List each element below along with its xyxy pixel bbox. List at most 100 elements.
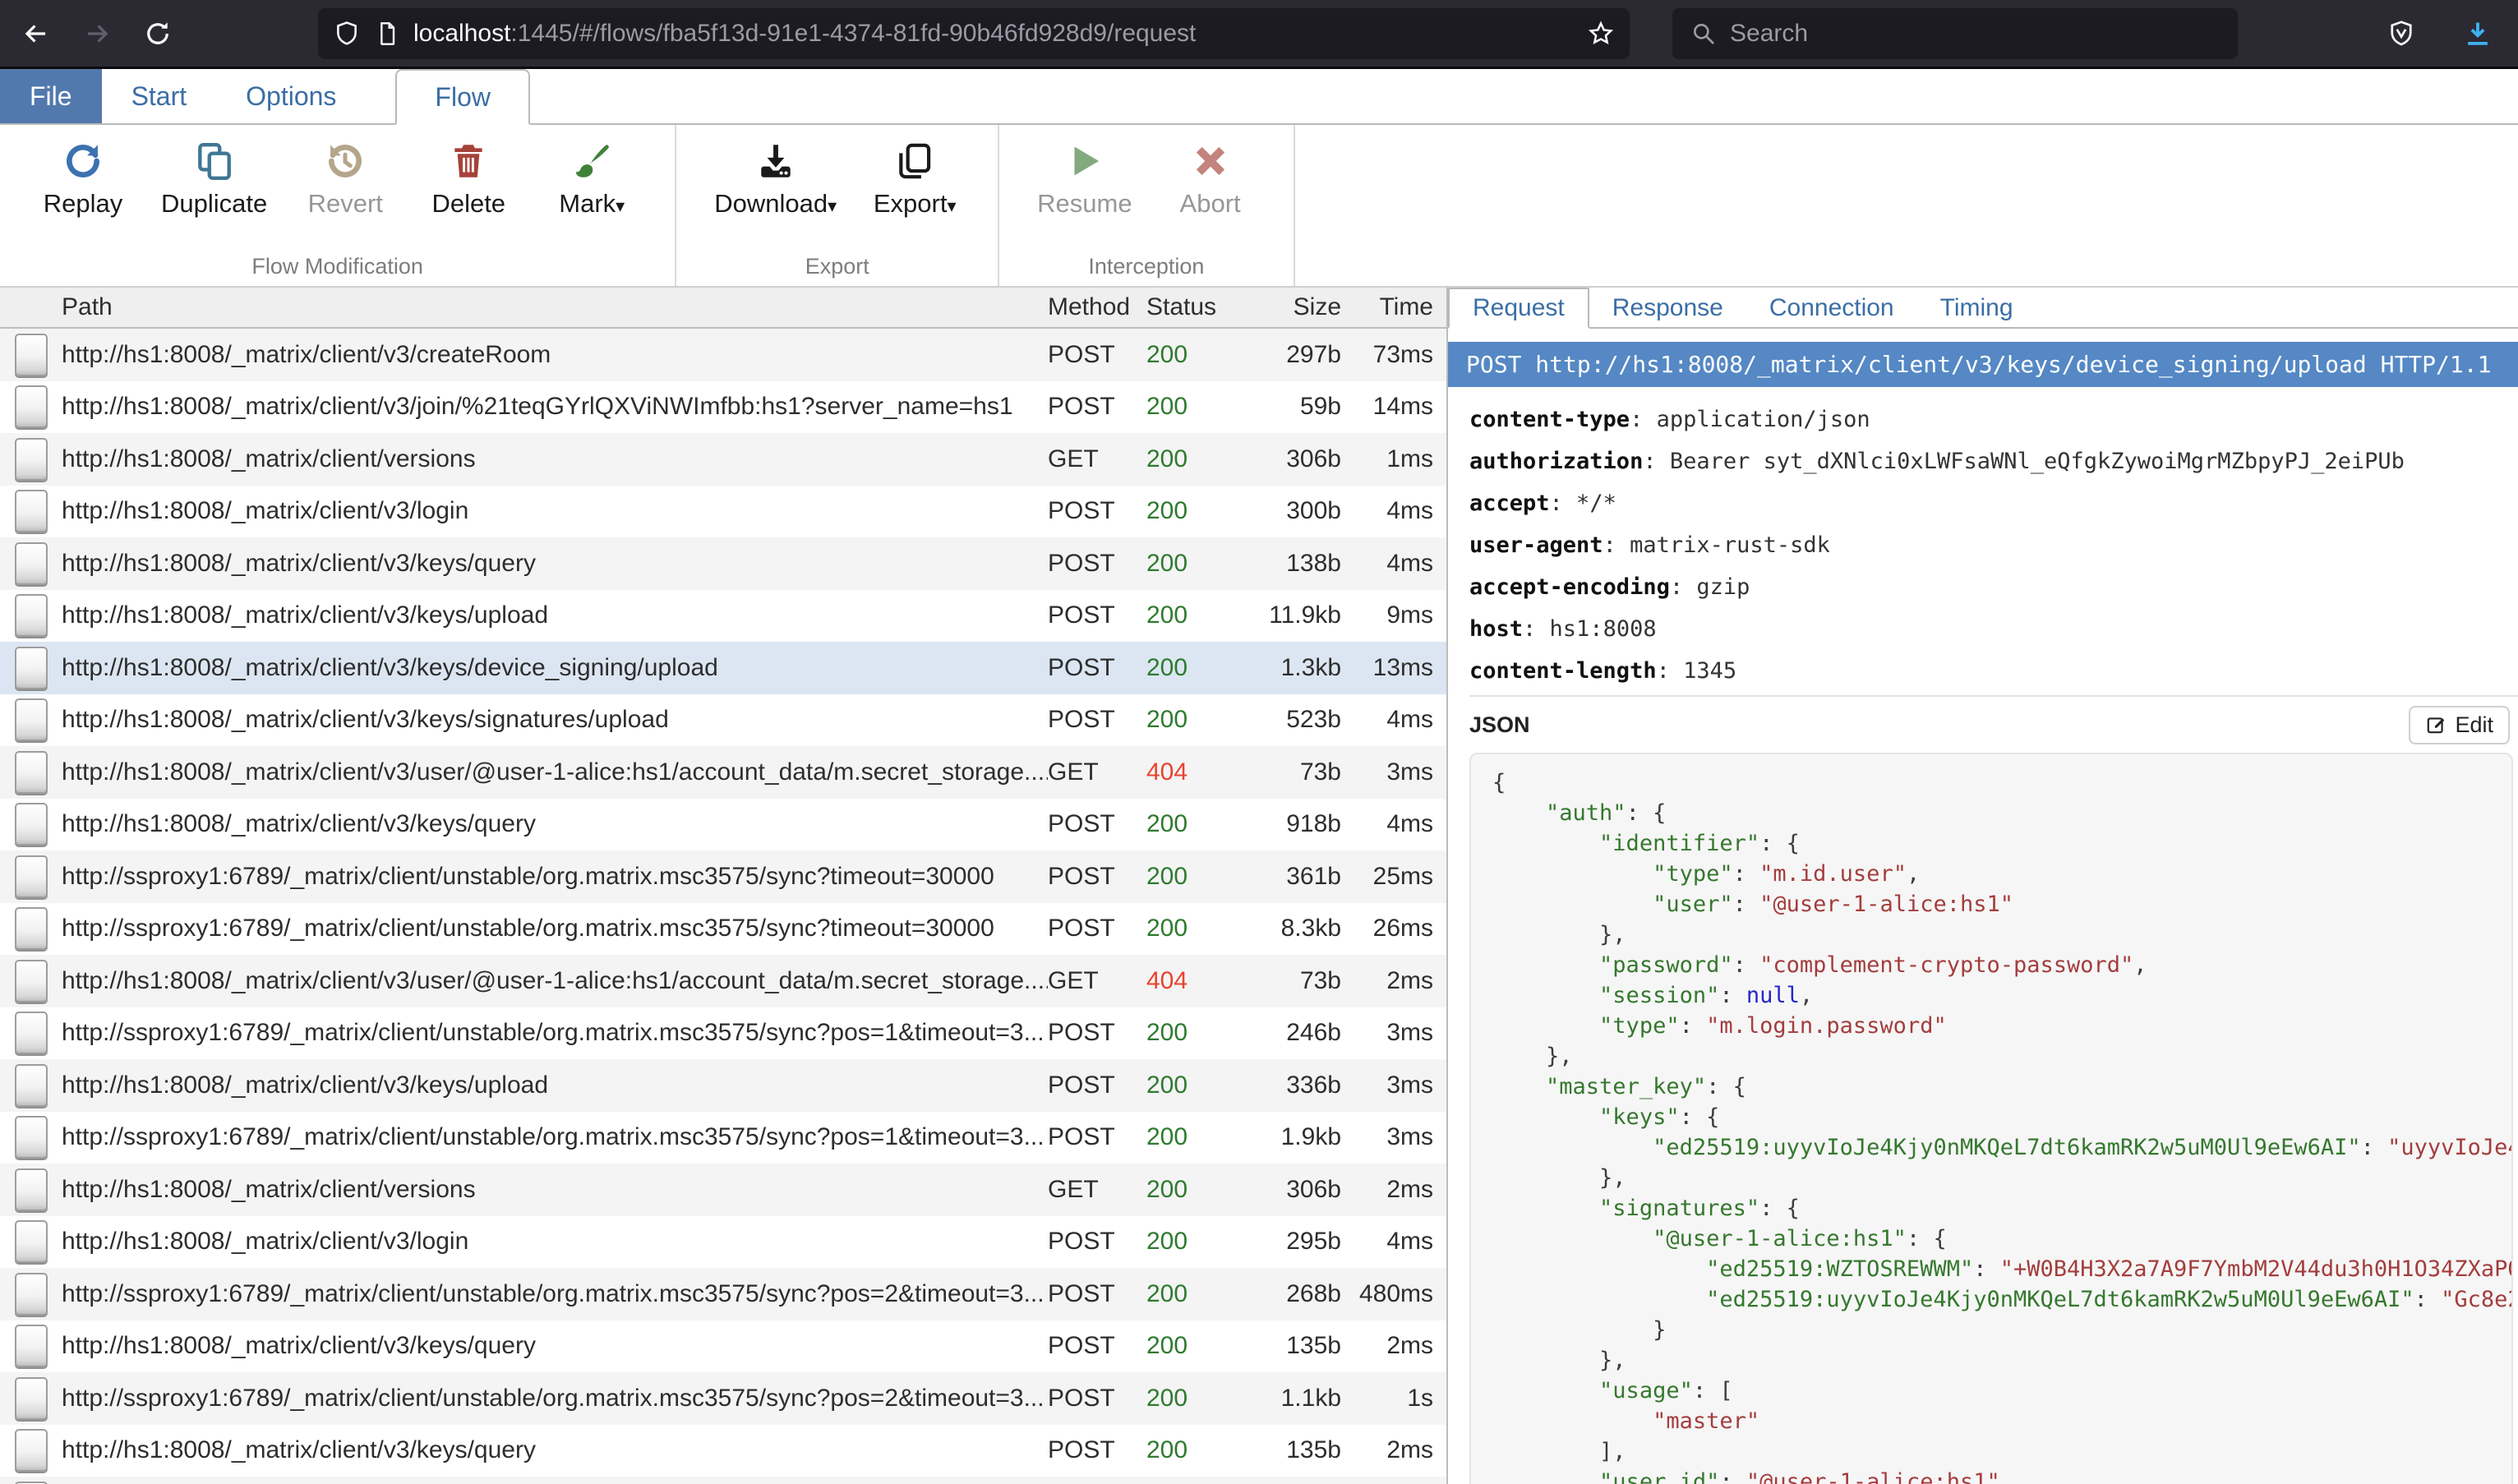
download-button[interactable]: Download▾	[714, 138, 837, 219]
flow-size: 300b	[1233, 497, 1348, 525]
resource-doc-icon	[15, 803, 48, 846]
column-header-time[interactable]: Time	[1348, 293, 1446, 321]
table-row[interactable]	[0, 1477, 1446, 1484]
table-row[interactable]: http://hs1:8008/_matrix/client/v3/keys/u…	[0, 590, 1446, 643]
flow-status: 200	[1146, 1019, 1233, 1047]
table-row[interactable]: http://hs1:8008/_matrix/client/v3/loginP…	[0, 486, 1446, 538]
table-row[interactable]: http://hs1:8008/_matrix/client/v3/keys/q…	[0, 537, 1446, 590]
json-line: "usage": [	[1492, 1376, 2511, 1406]
table-row[interactable]: http://hs1:8008/_matrix/client/v3/loginP…	[0, 1216, 1446, 1269]
table-row[interactable]: http://ssproxy1:6789/_matrix/client/unst…	[0, 1112, 1446, 1164]
back-icon[interactable]	[12, 9, 61, 58]
flow-status: 404	[1146, 758, 1233, 786]
mark-button[interactable]: Mark▾	[546, 138, 637, 219]
flow-time: 25ms	[1348, 863, 1446, 891]
flow-size: 523b	[1233, 706, 1348, 734]
browser-search-input[interactable]: Search	[1672, 8, 2238, 59]
column-header-path[interactable]: Path	[62, 293, 1048, 321]
flow-size: 73b	[1233, 758, 1348, 786]
flow-size: 246b	[1233, 1019, 1348, 1047]
flow-path: http://hs1:8008/_matrix/client/versions	[62, 445, 1048, 473]
table-row[interactable]: http://ssproxy1:6789/_matrix/client/unst…	[0, 903, 1446, 956]
flow-time: 4ms	[1348, 1228, 1446, 1256]
flow-status: 200	[1146, 1123, 1233, 1151]
duplicate-button[interactable]: Duplicate	[161, 138, 267, 219]
toolbar-group-caption: Interception	[999, 254, 1293, 279]
header-name: accept-encoding	[1469, 574, 1670, 600]
table-row[interactable]: http://hs1:8008/_matrix/client/v3/user/@…	[0, 955, 1446, 1007]
table-row[interactable]: http://hs1:8008/_matrix/client/v3/keys/q…	[0, 1425, 1446, 1477]
table-row[interactable]: http://ssproxy1:6789/_matrix/client/unst…	[0, 1268, 1446, 1320]
json-line: "type": "m.login.password"	[1492, 1011, 2511, 1041]
flow-time: 4ms	[1348, 497, 1446, 525]
menu-options[interactable]: Options	[216, 69, 366, 123]
revert-button[interactable]: Revert	[300, 138, 390, 219]
caret-down-icon: ▾	[616, 196, 625, 216]
extension-shield-icon[interactable]	[2387, 19, 2416, 48]
page-icon[interactable]	[374, 21, 400, 47]
flow-method: GET	[1048, 445, 1146, 473]
flow-size: 59b	[1233, 393, 1348, 421]
caret-down-icon: ▾	[828, 196, 837, 216]
replay-button[interactable]: Replay	[38, 138, 128, 219]
table-row[interactable]: http://hs1:8008/_matrix/client/v3/keys/q…	[0, 1320, 1446, 1373]
edit-button[interactable]: Edit	[2409, 706, 2510, 744]
column-header-status[interactable]: Status	[1146, 293, 1233, 321]
browser-toolbar: localhost:1445/#/flows/fba5f13d-91e1-437…	[0, 0, 2518, 69]
resource-doc-icon	[15, 1325, 48, 1367]
play-icon	[1064, 138, 1105, 184]
column-header-size[interactable]: Size	[1233, 293, 1348, 321]
table-row[interactable]: http://hs1:8008/_matrix/client/versionsG…	[0, 1164, 1446, 1216]
downloads-icon[interactable]	[2462, 18, 2493, 49]
resource-doc-icon	[15, 1012, 48, 1054]
header-name: authorization	[1469, 449, 1643, 474]
table-row[interactable]: http://ssproxy1:6789/_matrix/client/unst…	[0, 850, 1446, 903]
table-row[interactable]: http://hs1:8008/_matrix/client/v3/keys/q…	[0, 799, 1446, 851]
flow-path: http://hs1:8008/_matrix/client/v3/keys/u…	[62, 601, 1048, 629]
resource-doc-icon	[15, 855, 48, 898]
abort-button[interactable]: Abort	[1165, 138, 1256, 219]
reload-icon[interactable]	[133, 9, 182, 58]
flow-size: 268b	[1233, 1280, 1348, 1308]
table-row[interactable]: http://hs1:8008/_matrix/client/v3/keys/d…	[0, 642, 1446, 694]
resource-doc-icon	[15, 1377, 48, 1420]
bookmark-star-icon[interactable]	[1587, 20, 1615, 48]
menu-start[interactable]: Start	[102, 69, 217, 123]
edit-button-label: Edit	[2455, 712, 2493, 738]
flow-time: 3ms	[1348, 1123, 1446, 1151]
detail-tab-response[interactable]: Response	[1589, 288, 1746, 329]
flow-path: http://hs1:8008/_matrix/client/v3/create…	[62, 341, 1048, 369]
table-row[interactable]: http://hs1:8008/_matrix/client/v3/join/%…	[0, 381, 1446, 434]
table-row[interactable]: http://hs1:8008/_matrix/client/versionsG…	[0, 433, 1446, 486]
resume-button[interactable]: Resume	[1037, 138, 1132, 219]
table-row[interactable]: http://ssproxy1:6789/_matrix/client/unst…	[0, 1007, 1446, 1060]
tab-flow[interactable]: Flow	[395, 69, 530, 125]
flow-size: 918b	[1233, 810, 1348, 838]
flow-time: 2ms	[1348, 1332, 1446, 1360]
detail-tab-connection[interactable]: Connection	[1746, 288, 1917, 329]
flow-status: 200	[1146, 654, 1233, 682]
url-bar[interactable]: localhost:1445/#/flows/fba5f13d-91e1-437…	[318, 8, 1630, 59]
flow-status: 200	[1146, 393, 1233, 421]
table-row[interactable]: http://ssproxy1:6789/_matrix/client/unst…	[0, 1372, 1446, 1425]
flow-size: 336b	[1233, 1072, 1348, 1099]
shield-icon[interactable]	[333, 20, 361, 48]
header-name: user-agent	[1469, 532, 1603, 558]
table-row[interactable]: http://hs1:8008/_matrix/client/v3/user/@…	[0, 746, 1446, 799]
column-header-method[interactable]: Method	[1048, 293, 1146, 321]
forward-icon[interactable]	[72, 9, 122, 58]
url-path: :1445/#/flows/fba5f13d-91e1-4374-81fd-90…	[510, 20, 1196, 47]
detail-tab-request[interactable]: Request	[1448, 288, 1589, 329]
table-row[interactable]: http://hs1:8008/_matrix/client/v3/create…	[0, 329, 1446, 381]
json-line: },	[1492, 919, 2511, 950]
flow-detail-pane: RequestResponseConnectionTiming POST htt…	[1448, 288, 2518, 1484]
resource-doc-icon	[15, 751, 48, 794]
menu-file[interactable]: File	[0, 69, 102, 123]
flow-time: 1ms	[1348, 445, 1446, 473]
table-row[interactable]: http://hs1:8008/_matrix/client/v3/keys/u…	[0, 1059, 1446, 1112]
export-button[interactable]: Export▾	[869, 138, 960, 219]
delete-button[interactable]: Delete	[423, 138, 514, 219]
flow-status: 200	[1146, 1280, 1233, 1308]
table-row[interactable]: http://hs1:8008/_matrix/client/v3/keys/s…	[0, 694, 1446, 747]
detail-tab-timing[interactable]: Timing	[1917, 288, 2036, 329]
